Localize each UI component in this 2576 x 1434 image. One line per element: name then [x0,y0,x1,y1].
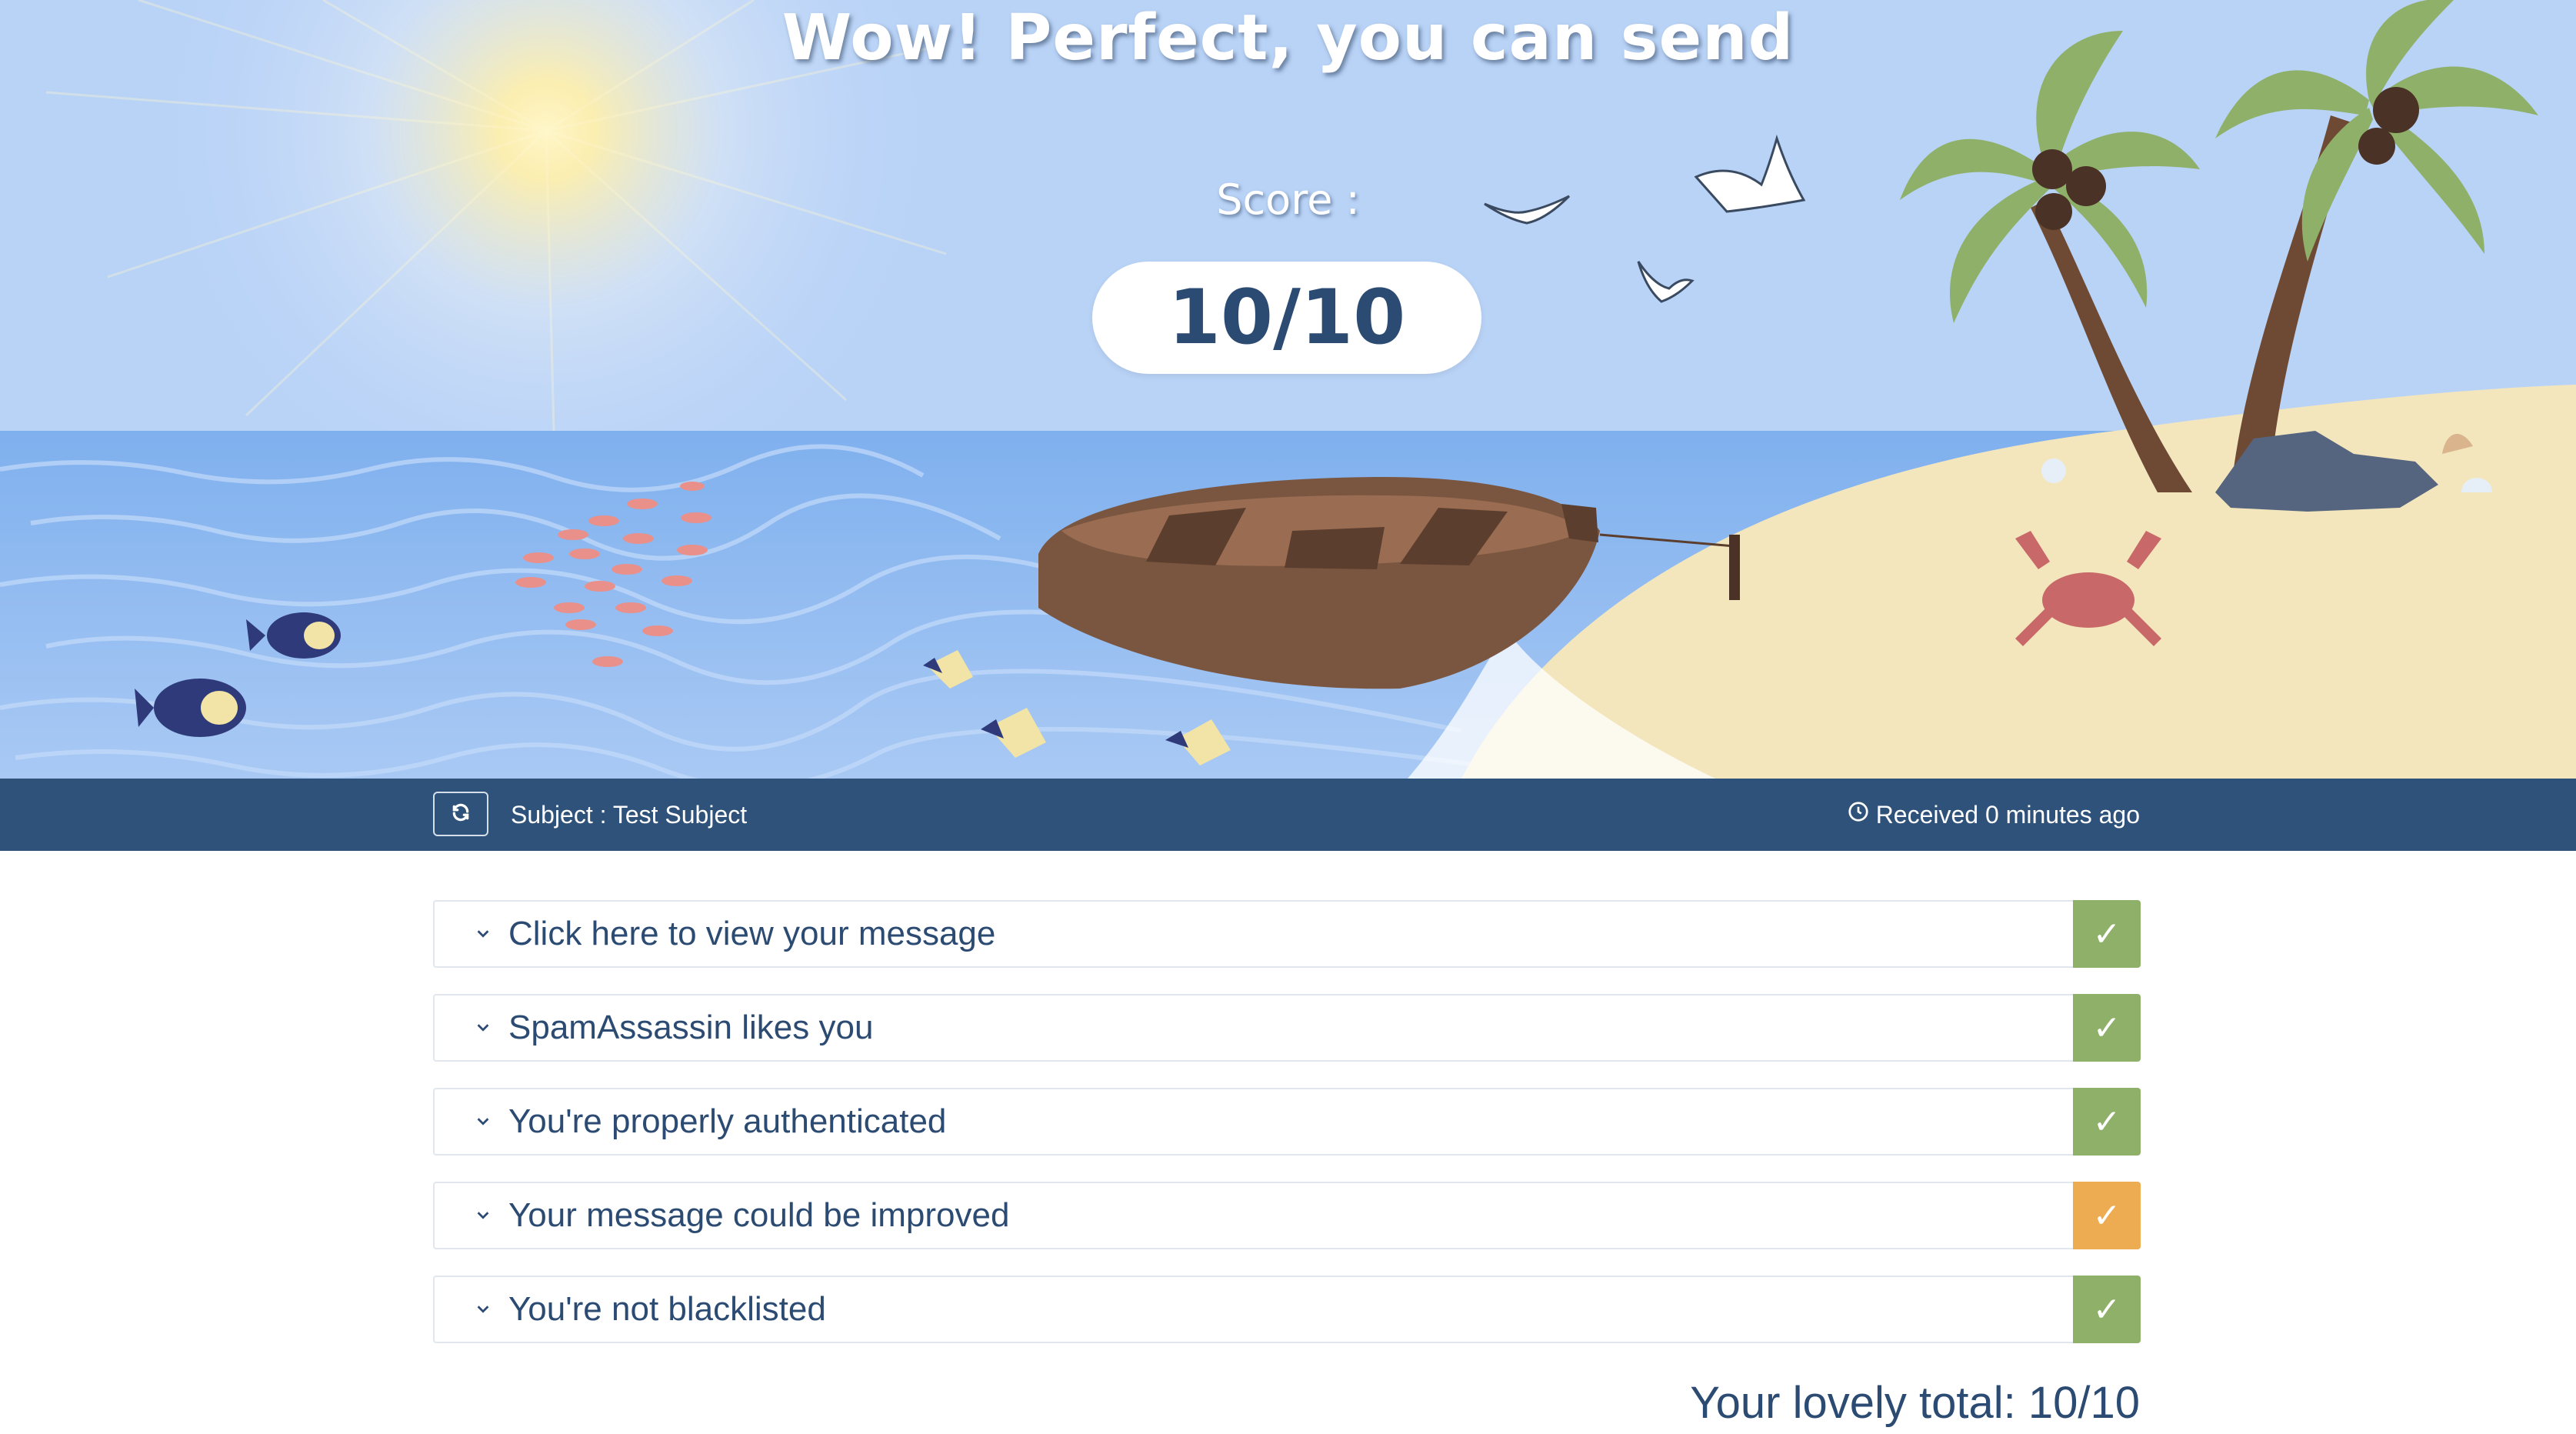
check-status-icon: ✓ [2073,994,2141,1062]
check-label: Click here to view your message [508,915,996,952]
received-time: Received 0 minutes ago [1847,779,2140,851]
check-label: SpamAssassin likes you [508,1009,874,1046]
refresh-button[interactable] [433,792,488,836]
beach-illustration [0,0,2576,779]
check-status-icon: ✓ [2073,1276,2141,1343]
chevron-down-icon [475,1300,492,1321]
total-score: Your lovely total: 10/10 [1690,1378,2140,1428]
check-row-improvements[interactable]: Your message could be improved ✓ [433,1182,2141,1249]
score-value: 10/10 [1092,262,1481,374]
check-label: Your message could be improved [508,1196,1010,1234]
chevron-down-icon [475,925,492,945]
chevron-down-icon [475,1206,492,1227]
check-label: You're not blacklisted [508,1290,826,1328]
check-row-view-message[interactable]: Click here to view your message ✓ [433,900,2141,968]
refresh-icon [451,802,471,826]
received-text: Received 0 minutes ago [1875,801,2140,829]
check-results-list: Click here to view your message ✓ SpamAs… [433,900,2141,1369]
clock-icon [1847,779,1870,851]
check-row-blacklist[interactable]: You're not blacklisted ✓ [433,1276,2141,1343]
message-info-bar: Subject : Test Subject Received 0 minute… [0,779,2576,851]
score-label: Score : [1216,175,1360,224]
check-row-spamassassin[interactable]: SpamAssassin likes you ✓ [433,994,2141,1062]
check-status-icon: ✓ [2073,900,2141,968]
result-title: Wow! Perfect, you can send [781,2,1795,75]
check-status-icon: ✓ [2073,1088,2141,1156]
hero-banner: Wow! Perfect, you can send Score : 10/10 [0,0,2576,779]
chevron-down-icon [475,1112,492,1133]
message-subject: Subject : Test Subject [511,801,748,829]
chevron-down-icon [475,1019,492,1039]
check-row-authentication[interactable]: You're properly authenticated ✓ [433,1088,2141,1156]
check-label: You're properly authenticated [508,1102,947,1140]
check-status-icon: ✓ [2073,1182,2141,1249]
